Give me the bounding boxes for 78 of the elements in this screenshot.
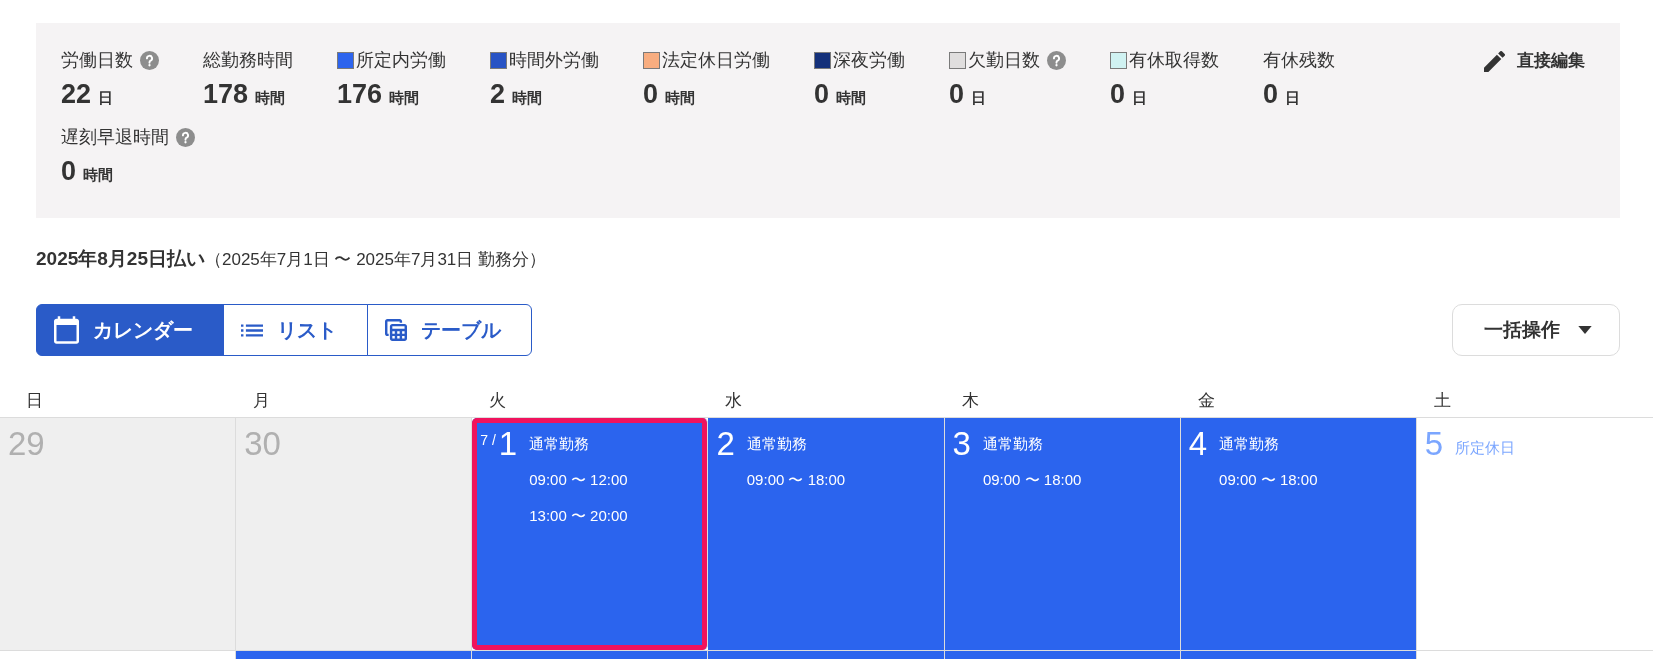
weekday-label: 月 bbox=[253, 390, 271, 412]
calendar-day-cell[interactable]: 4 通常勤務 09:00 〜 18:00 bbox=[1180, 418, 1417, 650]
bulk-action-dropdown[interactable]: 一括操作 bbox=[1452, 304, 1620, 356]
stat-label: 有休取得数 bbox=[1129, 49, 1219, 72]
calendar-day-cell[interactable] bbox=[708, 651, 945, 659]
stat-label: 法定休日労働 bbox=[662, 49, 770, 72]
day-number: 3 bbox=[952, 426, 971, 462]
stat-label: 遅刻早退時間 bbox=[61, 126, 169, 149]
weekday-label: 日 bbox=[26, 390, 43, 412]
stat-label: 労働日数 bbox=[61, 49, 133, 72]
stat-unit: 時間 bbox=[83, 165, 114, 185]
calendar-day-cell[interactable] bbox=[1180, 651, 1417, 659]
day-number: 1 bbox=[498, 426, 518, 462]
help-icon[interactable] bbox=[140, 50, 159, 70]
calendar-icon bbox=[54, 316, 79, 344]
calendar-day-cell[interactable] bbox=[944, 651, 1181, 659]
stat-value: 0 bbox=[643, 78, 659, 111]
calendar-day-cell[interactable]: 3 通常勤務 09:00 〜 18:00 bbox=[944, 418, 1181, 650]
pencil-icon bbox=[1484, 50, 1505, 72]
day-number: 30 bbox=[244, 426, 281, 462]
stat-label: 有休残数 bbox=[1263, 49, 1335, 72]
stat-value: 176 bbox=[337, 78, 383, 111]
day-number: 4 bbox=[1188, 426, 1208, 462]
stat-value: 0 bbox=[61, 155, 77, 188]
shift-time: 09:00 〜 12:00 bbox=[529, 470, 628, 490]
stat-value: 0 bbox=[1110, 78, 1126, 111]
table-icon bbox=[385, 319, 407, 341]
shift-type-label: 通常勤務 bbox=[746, 434, 808, 454]
stat-unit: 時間 bbox=[389, 88, 420, 108]
stat-unit: 時間 bbox=[512, 88, 543, 108]
calendar-day-cell[interactable] bbox=[236, 651, 473, 659]
calendar-day-cell[interactable]: 2 通常勤務 09:00 〜 18:00 bbox=[708, 418, 945, 650]
stat-unit: 日 bbox=[1285, 88, 1301, 108]
day-number: 5 bbox=[1424, 426, 1444, 462]
stat-label: 時間外労働 bbox=[509, 49, 599, 72]
weekday-label: 金 bbox=[1197, 390, 1215, 412]
caret-icon bbox=[1578, 326, 1592, 334]
stat-value: 0 bbox=[949, 78, 965, 111]
shift-type-label: 所定休日 bbox=[1455, 438, 1516, 458]
stat-label: 欠勤日数 bbox=[968, 49, 1040, 72]
help-icon[interactable] bbox=[1047, 50, 1066, 70]
shift-type-label: 通常勤務 bbox=[982, 434, 1044, 454]
stat-value: 0 bbox=[1263, 78, 1279, 111]
stat-unit: 日 bbox=[971, 88, 987, 108]
stat-value: 0 bbox=[814, 78, 830, 111]
stat-unit: 時間 bbox=[665, 88, 696, 108]
pay-date-title: 2025年8月25日払い bbox=[36, 247, 205, 271]
stat-label: 深夜労働 bbox=[833, 49, 905, 72]
day-number: 29 bbox=[8, 426, 45, 462]
day-number: 2 bbox=[716, 426, 735, 462]
stat-unit: 日 bbox=[1132, 88, 1148, 108]
help-icon[interactable] bbox=[176, 127, 195, 147]
shift-time: 09:00 〜 18:00 bbox=[1219, 470, 1318, 490]
stat-label: 総勤務時間 bbox=[203, 49, 293, 72]
view-tab[interactable]: リスト bbox=[223, 304, 368, 356]
weekday-label: 土 bbox=[1433, 390, 1451, 412]
view-tab[interactable]: カレンダー bbox=[36, 304, 224, 356]
view-tab[interactable]: テーブル bbox=[367, 304, 532, 356]
weekday-label: 水 bbox=[725, 390, 743, 412]
shift-time: 09:00 〜 18:00 bbox=[982, 470, 1082, 490]
weekday-label: 火 bbox=[489, 390, 507, 412]
stat-unit: 時間 bbox=[255, 88, 286, 108]
stat-value: 2 bbox=[490, 78, 506, 111]
stat-value: 178 bbox=[203, 78, 249, 111]
shift-type-label: 通常勤務 bbox=[1219, 434, 1281, 454]
stat-value: 22 bbox=[61, 78, 92, 111]
shift-time: 13:00 〜 20:00 bbox=[529, 506, 628, 526]
work-period-text: （2025年7月1日 〜 2025年7月31日 勤務分） bbox=[204, 249, 547, 271]
stat-label: 所定内労働 bbox=[356, 49, 446, 72]
stat-unit: 日 bbox=[98, 88, 114, 108]
weekday-label: 木 bbox=[961, 390, 979, 412]
list-icon bbox=[241, 323, 263, 337]
month-prefix: 7 / bbox=[480, 431, 496, 450]
shift-time: 09:00 〜 18:00 bbox=[746, 470, 846, 490]
stat-unit: 時間 bbox=[836, 88, 867, 108]
calendar-day-cell[interactable] bbox=[472, 651, 709, 659]
edit-button[interactable]: 直接編集 bbox=[1484, 47, 1585, 75]
shift-type-label: 通常勤務 bbox=[529, 434, 591, 454]
